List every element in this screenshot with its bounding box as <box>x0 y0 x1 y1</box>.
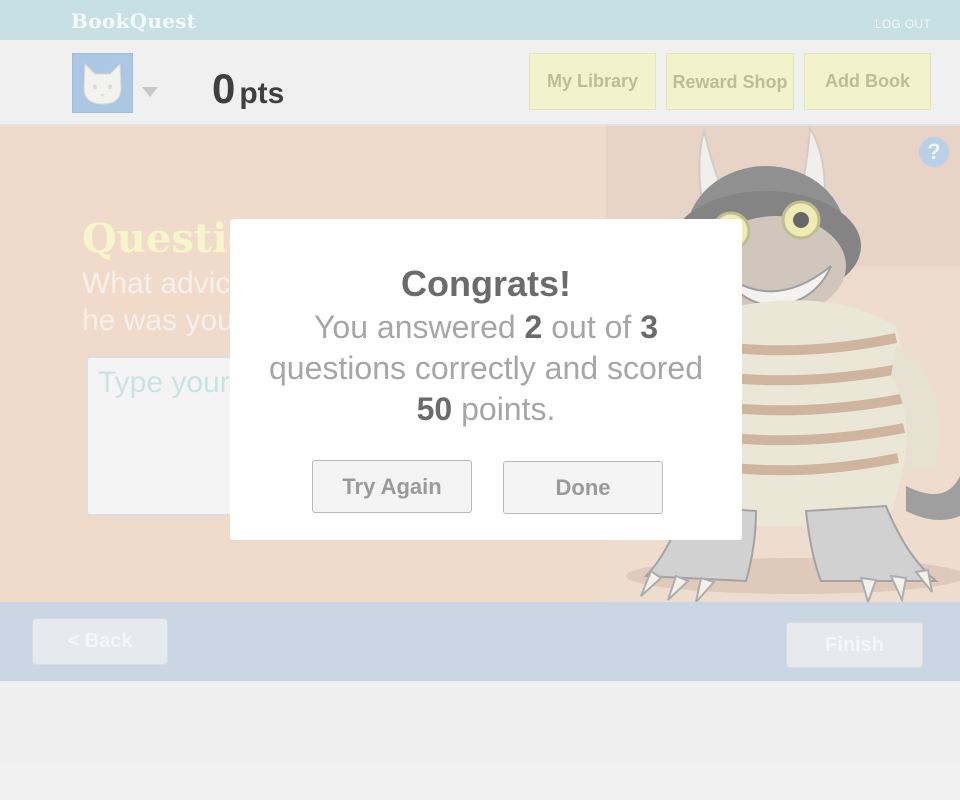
msg-part-3: questions correctly and scored <box>269 350 703 386</box>
modal-title: Congrats! <box>401 263 571 304</box>
msg-part-1: You answered <box>314 309 525 345</box>
msg-part-4: points. <box>452 391 556 427</box>
results-modal: Congrats! You answered 2 out of 3 questi… <box>230 219 742 540</box>
msg-part-2: out of <box>542 309 641 345</box>
correct-count: 2 <box>524 309 543 345</box>
modal-message: You answered 2 out of 3 questions correc… <box>230 307 742 430</box>
score-value: 50 <box>416 391 453 427</box>
total-count: 3 <box>640 309 658 345</box>
try-again-button[interactable]: Try Again <box>312 460 472 513</box>
done-button[interactable]: Done <box>503 461 663 514</box>
